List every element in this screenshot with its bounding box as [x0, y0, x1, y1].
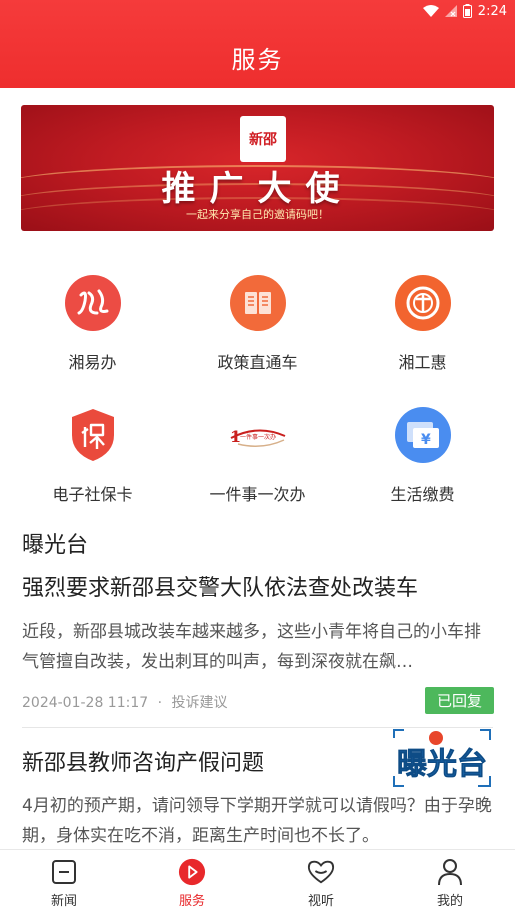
- banner-subline: 一起来分享自己的邀请码吧！: [186, 208, 329, 221]
- service-label: 一件事一次办: [209, 485, 306, 504]
- payment-card-icon: ¥: [394, 407, 451, 463]
- post-title[interactable]: 强烈要求新邵县交警大队依法查处改装车: [22, 570, 418, 602]
- battery-icon: [462, 4, 472, 18]
- svg-text:¥: ¥: [421, 432, 431, 448]
- banner-headline: 推广大使: [161, 169, 354, 209]
- section-title: 曝光台: [22, 533, 89, 558]
- service-one-thing-once[interactable]: 1 一件事一次办 一件事一次办: [172, 407, 343, 505]
- post-title[interactable]: 新邵县教师咨询产假问题: [22, 745, 264, 777]
- post-meta: 2024-01-28 11:17 · 投诉建议: [22, 692, 228, 712]
- post-date: 2024-01-28 11:17: [22, 695, 149, 711]
- status-time: 2:24: [477, 3, 507, 19]
- profile-icon: [436, 858, 464, 886]
- post-excerpt[interactable]: 近段，新邵县城改装车越来越多，这些小青年将自己的小车排气管擅自改装，发出刺耳的叫…: [22, 617, 496, 677]
- tab-video[interactable]: 视听: [257, 858, 385, 909]
- social-security-shield-icon: [65, 407, 121, 463]
- tab-service[interactable]: 服务: [128, 858, 256, 909]
- post-category: 投诉建议: [171, 695, 228, 711]
- svg-text:一件事一次办: 一件事一次办: [240, 433, 276, 441]
- service-label: 湘工惠: [398, 353, 447, 372]
- svg-text:曝光台: 曝光台: [397, 747, 487, 782]
- exposure-logo-watermark: 曝光台: [393, 729, 491, 787]
- status-bar: 2:24: [422, 0, 507, 22]
- service-label: 生活缴费: [390, 485, 455, 504]
- service-xianggonghui[interactable]: 湘工惠: [337, 275, 508, 373]
- wifi-icon: [422, 5, 439, 17]
- policy-book-icon: [229, 275, 286, 331]
- tab-profile[interactable]: 我的: [386, 858, 514, 909]
- tab-label: 视听: [307, 894, 334, 909]
- tab-label: 我的: [436, 894, 463, 909]
- service-label: 政策直通车: [217, 353, 298, 372]
- tab-news[interactable]: 新闻: [0, 858, 128, 909]
- banner-logo: 新邵: [240, 116, 286, 162]
- promo-banner[interactable]: 新邵 推广大使 一起来分享自己的邀请码吧！: [21, 105, 494, 231]
- service-social-security-card[interactable]: 电子社保卡: [7, 407, 178, 505]
- service-icon: [178, 858, 206, 886]
- tab-label: 服务: [178, 894, 205, 909]
- meta-separator: ·: [157, 695, 163, 711]
- news-icon: [50, 858, 78, 886]
- page-title: 服务: [231, 46, 284, 74]
- one-thing-once-icon: 1 一件事一次办: [228, 407, 288, 463]
- no-signal-icon: [444, 5, 457, 17]
- service-policy-express[interactable]: 政策直通车: [172, 275, 343, 373]
- bottom-tab-bar: 新闻 服务 视听 我的: [0, 849, 515, 915]
- union-emblem-icon: [394, 275, 451, 331]
- status-badge: 已回复: [425, 687, 494, 714]
- service-bill-payment[interactable]: ¥ 生活缴费: [337, 407, 508, 505]
- service-xiangyiban[interactable]: 湘易办: [7, 275, 178, 373]
- banner-logo-text: 新邵: [249, 132, 277, 148]
- service-label: 电子社保卡: [52, 485, 133, 504]
- app-header: 2:24 服务: [0, 0, 515, 88]
- heart-video-icon: [307, 858, 335, 886]
- tab-label: 新闻: [50, 894, 77, 909]
- service-label: 湘易办: [68, 353, 117, 372]
- xiangyiban-icon: [64, 275, 121, 331]
- post-excerpt[interactable]: 4月初的预产期，请问领导下学期开学就可以请假吗？由于孕晚期，身体实在吃不消，距离…: [22, 791, 496, 851]
